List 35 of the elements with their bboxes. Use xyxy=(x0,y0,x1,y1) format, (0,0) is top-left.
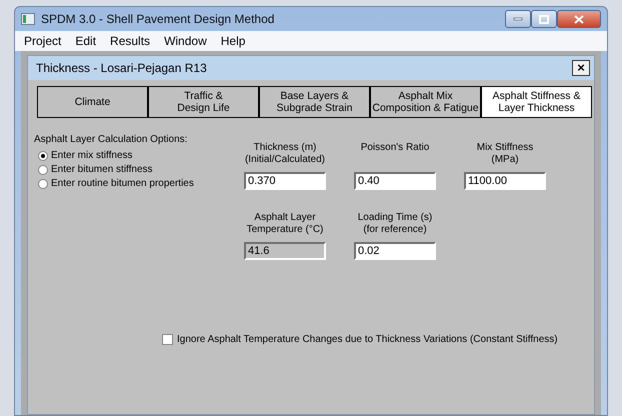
menu-item[interactable]: Edit xyxy=(70,33,102,49)
input-field[interactable]: 0.370 xyxy=(244,172,326,190)
radio-label[interactable]: Enter bitumen stiffness xyxy=(51,162,153,177)
child-window-title: Thickness - Losari-Pejagan R13 xyxy=(36,60,207,77)
minimize-button[interactable] xyxy=(505,10,531,28)
field-label: Loading Time (s) (for reference) xyxy=(356,212,434,237)
input-field[interactable]: 0.02 xyxy=(354,242,436,260)
close-icon xyxy=(574,14,584,24)
maximize-button[interactable] xyxy=(531,10,557,28)
minimize-icon xyxy=(513,17,523,21)
field-label: Mix Stiffness (MPa) xyxy=(476,142,534,167)
checkbox[interactable] xyxy=(162,334,173,345)
radio-button[interactable] xyxy=(38,164,48,174)
tab[interactable]: Asphalt Stiffness & Layer Thickness xyxy=(482,87,591,117)
window-title: SPDM 3.0 - Shell Pavement Design Method xyxy=(41,11,274,28)
field-label: Thickness (m) (Initial/Calculated) xyxy=(244,142,326,167)
radio-label[interactable]: Enter routine bitumen properties xyxy=(51,176,194,191)
options-label: Asphalt Layer Calculation Options: xyxy=(34,133,188,147)
radio-button[interactable] xyxy=(38,150,48,160)
menu-item[interactable]: Window xyxy=(159,33,212,49)
close-button[interactable]: × xyxy=(572,60,590,76)
field-label: Asphalt Layer Temperature (°C) xyxy=(246,212,324,237)
tab[interactable]: Asphalt Mix Composition & Fatigue xyxy=(371,87,482,117)
input-field[interactable]: 1100.00 xyxy=(464,172,546,190)
checkbox-label[interactable]: Ignore Asphalt Temperature Changes due to Thickness Variations (Constant Stiffness) xyxy=(177,332,558,347)
menu-item[interactable]: Results xyxy=(105,33,156,49)
app-icon xyxy=(21,13,35,25)
input-field[interactable]: 0.40 xyxy=(354,172,436,190)
radio-button[interactable] xyxy=(38,178,48,188)
menu-item[interactable]: Project xyxy=(19,33,66,49)
close-button[interactable] xyxy=(557,10,601,28)
field-label: Poisson's Ratio xyxy=(360,142,430,155)
maximize-icon xyxy=(539,14,549,24)
menu-item[interactable]: Help xyxy=(216,33,250,49)
radio-label[interactable]: Enter mix stiffness xyxy=(51,148,133,163)
